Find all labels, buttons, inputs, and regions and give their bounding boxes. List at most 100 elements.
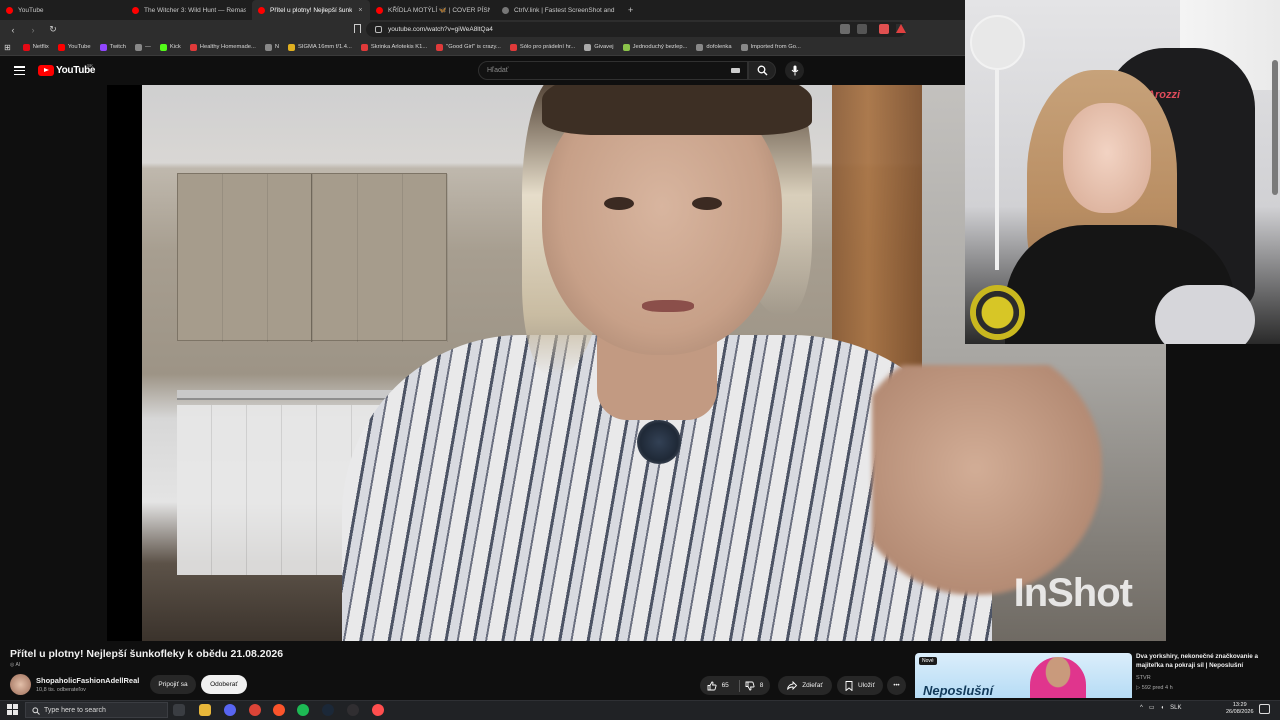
spotify-icon[interactable] (297, 704, 309, 716)
bookmark-item[interactable]: Givavej (584, 43, 614, 51)
reload-icon[interactable]: ↻ (46, 23, 60, 37)
browser-tab[interactable]: KŘÍDLA MOTÝLÍ 🦋 | COVER PÍSNĚ (370, 0, 496, 20)
dislike-count[interactable]: 8 (760, 682, 764, 689)
tab-favicon-icon (502, 6, 509, 14)
plush-toy (970, 285, 1025, 340)
menu-icon[interactable] (14, 66, 25, 75)
eye-right (692, 197, 722, 210)
tab-label: CtrlV.link | Fastest ScreenShot and P (514, 6, 616, 14)
taskbar-clock[interactable]: 13:29 26/08/2026 (1226, 702, 1254, 716)
keyboard-icon[interactable] (731, 68, 740, 73)
apps-icon[interactable]: ⊞ (4, 43, 11, 52)
file-explorer-icon[interactable] (199, 704, 211, 716)
notification-icon[interactable] (1259, 704, 1270, 714)
task-view-icon[interactable] (173, 704, 185, 716)
bookmark-label: Kick (169, 44, 181, 50)
ai-label: ◎ AI (10, 662, 21, 668)
sidebar-icon[interactable] (857, 24, 867, 34)
bookmark-item[interactable]: — (135, 43, 151, 51)
channel-name[interactable]: ShopaholicFashionAdellReal (36, 676, 139, 685)
browser-tab[interactable]: YouTube (0, 0, 126, 20)
search-button[interactable] (748, 61, 776, 80)
recommended-meta: ▷ 592 pred 4 h (1136, 685, 1173, 691)
streamer-face (1063, 103, 1151, 213)
browser-tab[interactable]: Přítel u plotny! Nejlepší šunk × (252, 0, 370, 20)
bookmark-item[interactable]: Twitch (99, 43, 126, 51)
tab-label: Přítel u plotny! Nejlepší šunk (270, 6, 353, 14)
bookmark-favicon-icon (436, 43, 444, 51)
bookmark-item[interactable]: Skrinka Arlotekis K1... (360, 43, 428, 51)
join-button[interactable]: Pripojiť sa (150, 675, 196, 694)
bookmark-item[interactable]: N (264, 43, 279, 51)
bookmark-favicon-icon (57, 43, 65, 51)
extension-icon[interactable] (840, 24, 850, 34)
video-title: Přítel u plotny! Nejlepší šunkofleky k o… (10, 648, 284, 660)
youtube-logo-icon[interactable] (38, 65, 54, 76)
bookmark-label: Givavej (594, 44, 614, 50)
steam-icon[interactable] (322, 704, 334, 716)
recommended-title[interactable]: Dva yorkshiry, nekonečné značkovanie a m… (1136, 653, 1272, 670)
search-input[interactable]: Hľadať (478, 61, 748, 80)
bookmark-item[interactable]: Healthy Homemade... (189, 43, 256, 51)
back-icon[interactable]: ‹ (6, 23, 20, 37)
bookmark-item[interactable]: Jednoduchý bezlep... (622, 43, 687, 51)
browser-tab[interactable]: CtrlV.link | Fastest ScreenShot and P (496, 0, 622, 20)
chrome-icon[interactable] (249, 704, 261, 716)
bookmark-label: Skrinka Arlotekis K1... (370, 44, 428, 50)
forward-icon[interactable]: › (26, 23, 40, 37)
channel-avatar[interactable] (10, 674, 31, 695)
warning-icon[interactable] (896, 24, 906, 33)
profile-icon[interactable] (879, 24, 889, 34)
brave-icon[interactable] (273, 704, 285, 716)
bookmark-item[interactable]: Sólo pro prádelní hr... (509, 43, 575, 51)
recommended-channel[interactable]: STVR (1136, 675, 1151, 681)
save-button[interactable]: Uložiť (837, 676, 883, 695)
taskbar-search-icon (32, 707, 40, 715)
youtube-app-icon[interactable] (372, 704, 384, 716)
page-scrollbar[interactable] (1272, 60, 1278, 195)
voice-search-button[interactable] (785, 61, 804, 80)
bookmark-item[interactable]: YouTube (57, 43, 91, 51)
windows-start-icon[interactable] (7, 704, 18, 715)
more-actions-button[interactable]: ••• (887, 676, 906, 695)
person-mouth (642, 300, 694, 312)
fan (970, 15, 1025, 70)
tray-network-icon[interactable]: ▭ (1149, 704, 1155, 711)
bookmark-label: Netflix (32, 44, 49, 50)
tray-lang[interactable]: SLK (1170, 705, 1181, 711)
share-button[interactable]: Zdieľať (778, 676, 832, 695)
lavalier-microphone (637, 420, 681, 464)
recommended-thumbnail[interactable]: Neposlušní Nové (915, 653, 1132, 698)
bookmark-favicon-icon (189, 43, 197, 51)
bookmark-label: SIGMA 16mm f/1.4... (298, 44, 352, 50)
browser-tab[interactable]: The Witcher 3: Wild Hunt — Remaste (126, 0, 252, 20)
bookmark-item[interactable]: Imported from Go... (740, 43, 801, 51)
bookmark-item[interactable]: "Good Girl" is crazy... (436, 43, 501, 51)
address-bar[interactable]: youtube.com/watch?v=giWeA8ltQa4 (366, 22, 906, 37)
tray-chevron-icon[interactable]: ^ (1140, 705, 1143, 711)
tray-volume-icon[interactable]: ◖ (1161, 705, 1165, 711)
obs-icon[interactable] (347, 704, 359, 716)
new-tab-button[interactable]: + (622, 0, 639, 20)
thumbs-up-icon[interactable] (707, 681, 717, 691)
bookmark-favicon-icon (22, 43, 30, 51)
discord-icon[interactable] (224, 704, 236, 716)
tab-close-icon[interactable]: × (358, 7, 362, 14)
subscribe-button[interactable]: Odoberať (201, 675, 247, 694)
like-count[interactable]: 65 (722, 682, 729, 689)
bookmark-label: Healthy Homemade... (199, 44, 256, 50)
like-divider (738, 679, 740, 692)
taskbar-search-input[interactable]: Type here to search (25, 702, 168, 718)
like-dislike-group: 65 8 (700, 676, 770, 695)
bookmark-item[interactable]: Netflix (22, 43, 49, 51)
bookmark-label: Imported from Go... (750, 44, 801, 50)
person-hand (872, 365, 1102, 595)
bookmark-item[interactable]: dofolenka (696, 43, 732, 51)
kitchen-cabinets (177, 173, 448, 342)
site-info-icon[interactable] (375, 26, 382, 33)
bookmark-page-icon[interactable] (354, 24, 361, 33)
bookmark-item[interactable]: Kick (159, 43, 181, 51)
thumbnail-title-text: Neposlušní (923, 683, 994, 698)
thumbs-down-icon[interactable] (745, 681, 755, 691)
bookmark-item[interactable]: SIGMA 16mm f/1.4... (288, 43, 352, 51)
